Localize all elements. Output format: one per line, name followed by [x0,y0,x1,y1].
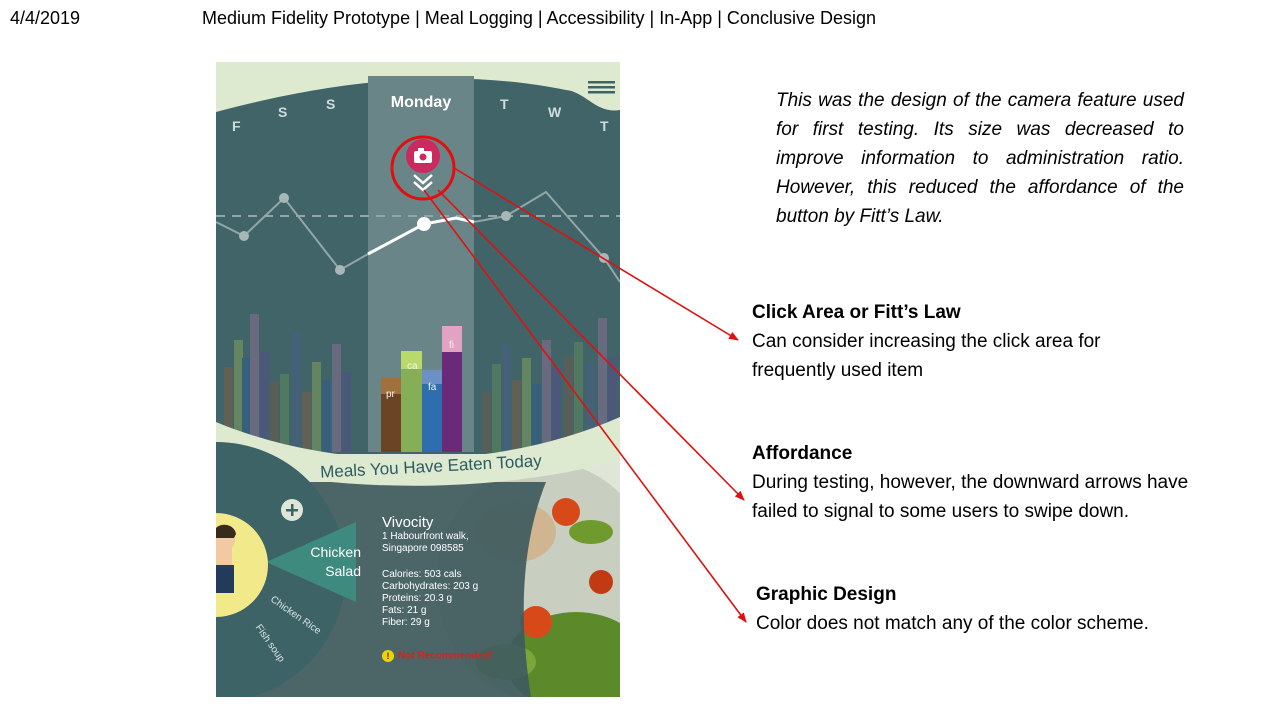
annotation-arrows [423,167,747,623]
arrow-to-affordance [437,189,745,501]
arrow-to-graphic-design [423,189,747,623]
arrow-to-fitts-law [453,167,739,341]
